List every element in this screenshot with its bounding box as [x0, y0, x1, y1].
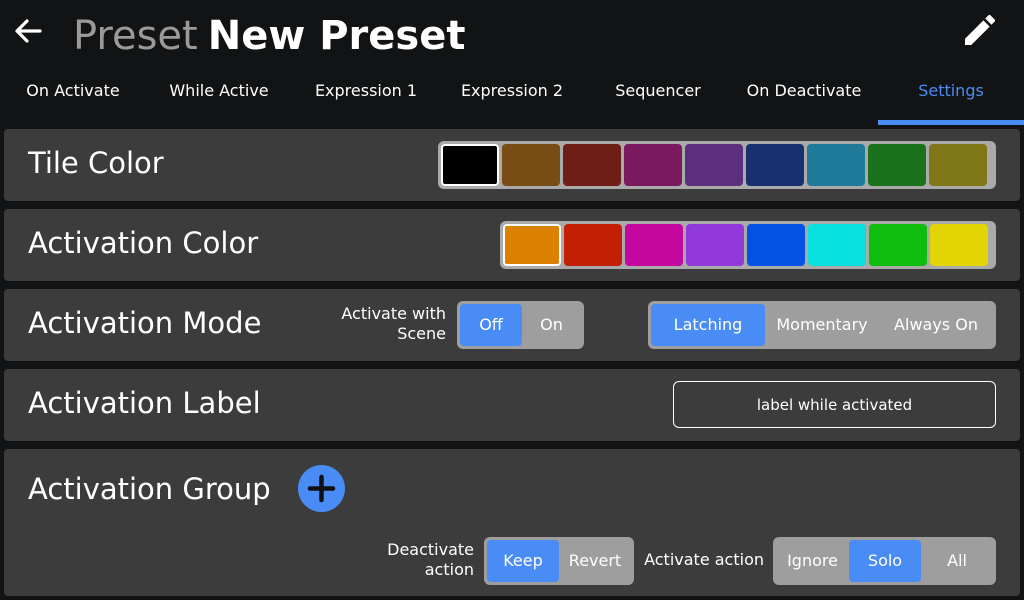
deactivate-action-label: Deactivate action: [368, 540, 474, 580]
pencil-icon: [965, 14, 996, 45]
activate-with-scene-toggle: Off On: [457, 301, 584, 349]
activate-action-selector: Ignore Solo All: [773, 537, 996, 585]
tab-expression-2[interactable]: Expression 2: [452, 72, 572, 125]
tab-on-deactivate[interactable]: On Deactivate: [740, 72, 868, 125]
activation-mode-selector: Latching Momentary Always On: [648, 301, 996, 349]
activate-action-label: Activate action: [644, 550, 764, 569]
tile-color-title: Tile Color: [28, 146, 164, 180]
activate-with-scene-label-line1: Activate with: [341, 304, 446, 323]
activation-color-swatch[interactable]: [930, 224, 988, 266]
activation-mode-title: Activation Mode: [28, 306, 262, 340]
tile-color-swatch[interactable]: [746, 144, 804, 186]
tab-sequencer[interactable]: Sequencer: [598, 72, 718, 125]
title-kind: Preset: [73, 13, 198, 59]
activation-label-panel: Activation Label: [4, 369, 1020, 441]
deactivate-action-label-line2: action: [424, 560, 474, 579]
activation-group-title: Activation Group: [28, 472, 271, 506]
scene-off-button[interactable]: Off: [460, 304, 522, 346]
back-button[interactable]: [12, 14, 46, 48]
tile-color-swatch[interactable]: [929, 144, 987, 186]
activate-ignore-button[interactable]: Ignore: [776, 540, 849, 582]
tab-settings[interactable]: Settings: [878, 72, 1024, 125]
page-title: Preset New Preset: [73, 10, 465, 62]
active-tab-indicator: [878, 120, 1024, 125]
scene-on-button[interactable]: On: [522, 304, 581, 346]
activation-color-swatch[interactable]: [625, 224, 683, 266]
tab-bar: On Activate While Active Expression 1 Ex…: [0, 72, 1024, 125]
tile-color-swatch[interactable]: [563, 144, 621, 186]
activate-solo-button[interactable]: Solo: [849, 540, 921, 582]
activation-group-panel: Activation Group Deactivate action Keep …: [4, 449, 1020, 596]
activation-color-swatch[interactable]: [686, 224, 744, 266]
add-group-button[interactable]: [298, 465, 345, 512]
activation-color-picker: [500, 221, 996, 269]
title-name: New Preset: [207, 13, 466, 59]
header: Preset New Preset On Activate While Activ…: [0, 0, 1024, 125]
activation-color-swatch[interactable]: [869, 224, 927, 266]
deactivate-keep-button[interactable]: Keep: [487, 540, 559, 582]
tile-color-swatch[interactable]: [441, 144, 499, 186]
tile-color-swatch[interactable]: [685, 144, 743, 186]
mode-always-on-button[interactable]: Always On: [879, 304, 993, 346]
tab-on-activate[interactable]: On Activate: [14, 72, 132, 125]
activation-mode-panel: Activation Mode Activate with Scene Off …: [4, 289, 1020, 361]
mode-momentary-button[interactable]: Momentary: [765, 304, 879, 346]
tile-color-swatch[interactable]: [807, 144, 865, 186]
mode-latching-button[interactable]: Latching: [651, 304, 765, 346]
deactivate-action-label-line1: Deactivate: [387, 540, 474, 559]
activation-label-input[interactable]: [673, 381, 996, 428]
activation-color-swatch[interactable]: [747, 224, 805, 266]
activation-color-swatch[interactable]: [808, 224, 866, 266]
activation-color-title: Activation Color: [28, 226, 259, 260]
deactivate-action-toggle: Keep Revert: [484, 537, 634, 585]
tile-color-picker: [438, 141, 996, 189]
tab-expression-1[interactable]: Expression 1: [306, 72, 426, 125]
tab-while-active[interactable]: While Active: [160, 72, 278, 125]
activation-color-swatch[interactable]: [503, 224, 561, 266]
activate-with-scene-label-line2: Scene: [397, 324, 446, 343]
activation-label-title: Activation Label: [28, 386, 261, 420]
activate-with-scene-label: Activate with Scene: [324, 304, 446, 344]
arrow-left-icon: [15, 19, 42, 43]
tile-color-panel: Tile Color: [4, 129, 1020, 201]
tile-color-swatch[interactable]: [624, 144, 682, 186]
activation-color-panel: Activation Color: [4, 209, 1020, 281]
activate-all-button[interactable]: All: [921, 540, 993, 582]
activation-color-swatch[interactable]: [564, 224, 622, 266]
edit-button[interactable]: [960, 10, 1000, 50]
deactivate-revert-button[interactable]: Revert: [559, 540, 631, 582]
plus-icon: [307, 474, 336, 503]
tile-color-swatch[interactable]: [868, 144, 926, 186]
tile-color-swatch[interactable]: [502, 144, 560, 186]
